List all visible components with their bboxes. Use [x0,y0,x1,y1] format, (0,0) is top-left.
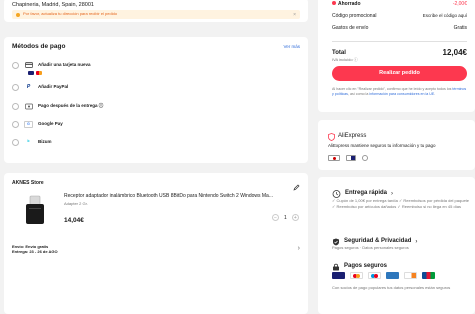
radio-button[interactable] [12,102,19,110]
card-icon [24,62,33,69]
safekey-icon [386,272,399,279]
place-order-button[interactable]: Realizar pedido [332,66,467,81]
product-image[interactable] [16,191,54,229]
paypal-icon: P [26,84,31,90]
secure-pay-text: Con socios de pago populares tus datos p… [332,285,451,290]
order-summary-card: Ahorrado -2,00€ Código promocional Escri… [318,0,475,112]
security-text: Pagos seguros · Datos personales seguros [332,245,409,250]
decrease-quantity-button[interactable]: − [272,214,279,221]
visa-icon [332,272,345,279]
radio-button[interactable] [12,61,19,69]
trust-text: AliExpress mantiene seguros tu informaci… [328,143,436,148]
product-variant[interactable]: Adapter 2 Gr. [64,201,88,206]
tax-note[interactable]: IVA incluido ⓘ [332,57,358,62]
payment-option-google-pay[interactable]: G Google Pay [12,119,300,129]
radio-button[interactable] [12,120,19,128]
payment-option-pay-later[interactable]: Pago después de la entrega ⓘ [12,101,300,111]
chevron-right-icon: › [391,191,394,197]
payment-option-card[interactable]: Añadir una tarjeta nueva [12,60,300,70]
lock-icon [362,155,368,161]
increase-quantity-button[interactable]: + [291,214,299,221]
google-pay-icon: G [24,120,33,128]
shipping-cost-row: Gastos de envío Gratis [332,25,467,31]
store-card: AKNES Store Receptor adaptador inalámbri… [4,173,308,314]
store-name: AKNES Store [12,180,44,186]
radio-button[interactable] [12,83,19,91]
chevron-right-icon[interactable]: › [298,245,300,252]
maestro-icon [368,272,381,279]
card-brands [28,71,42,75]
mcafee-icon [328,155,340,161]
promo-row[interactable]: Código promocional Escribe el código aqu… [332,13,467,19]
chevron-right-icon: › [415,239,418,245]
payment-option-bizum[interactable]: ᵇ Bizum [12,137,300,147]
jcb-icon [422,272,435,279]
address-warning: Por favor, actualiza tu dirección para r… [12,10,300,19]
aliexpress-brand: AliExpress [338,133,367,140]
divider [332,41,467,42]
quantity-value[interactable]: 1 [284,215,287,221]
saved-row: Ahorrado -2,00€ [332,1,467,7]
pay-later-icon [24,103,33,110]
payment-methods-card: Métodos de pago Ver más Añadir una tarje… [4,37,308,163]
eu-info-link[interactable]: información para consumidores en la UE [369,92,434,96]
quantity-stepper: − 1 + [272,214,299,221]
address-card: Chapineria, Madrid, Spain, 28001 Por fav… [4,0,308,22]
total-value: 12,04€ [442,48,467,57]
close-icon[interactable]: × [293,12,296,18]
trust-badges [328,155,368,161]
visa-secure-icon [346,155,356,161]
bizum-icon: ᵇ [27,139,30,145]
saved-value[interactable]: -2,00€ [453,1,467,7]
trust-card: AliExpress AliExpress mantiene seguros t… [318,120,475,170]
promo-code-input[interactable]: Escribe el código aquí [423,13,467,18]
discover-icon [404,272,417,279]
address-text: Chapineria, Madrid, Spain, 28001 [12,2,94,8]
legal-text: Al hacer clic en "Realizar pedido", conf… [332,87,467,96]
product-title[interactable]: Receptor adaptador inalámbrico Bluetooth… [64,193,304,199]
product-price: 14,04€ [64,217,84,224]
see-more-link[interactable]: Ver más [283,44,300,49]
warning-icon [16,12,20,17]
visa-icon [28,71,34,75]
payment-title: Métodos de pago [12,43,66,50]
radio-button[interactable] [12,138,19,146]
delivery-date: Entrega: 23 - 26 de AGO [12,249,58,254]
discount-dot-icon [332,1,336,5]
delivery-guarantees: ✓ Cupón de 1,00€ por entrega tardía ✓ Re… [332,198,470,210]
mastercard-icon [350,272,363,279]
mastercard-icon [36,71,42,75]
payment-option-paypal[interactable]: P Añadir PayPal [12,82,300,92]
guarantees-card: Entrega rápida › ✓ Cupón de 1,00€ por en… [318,177,475,314]
payment-logos [332,272,435,279]
